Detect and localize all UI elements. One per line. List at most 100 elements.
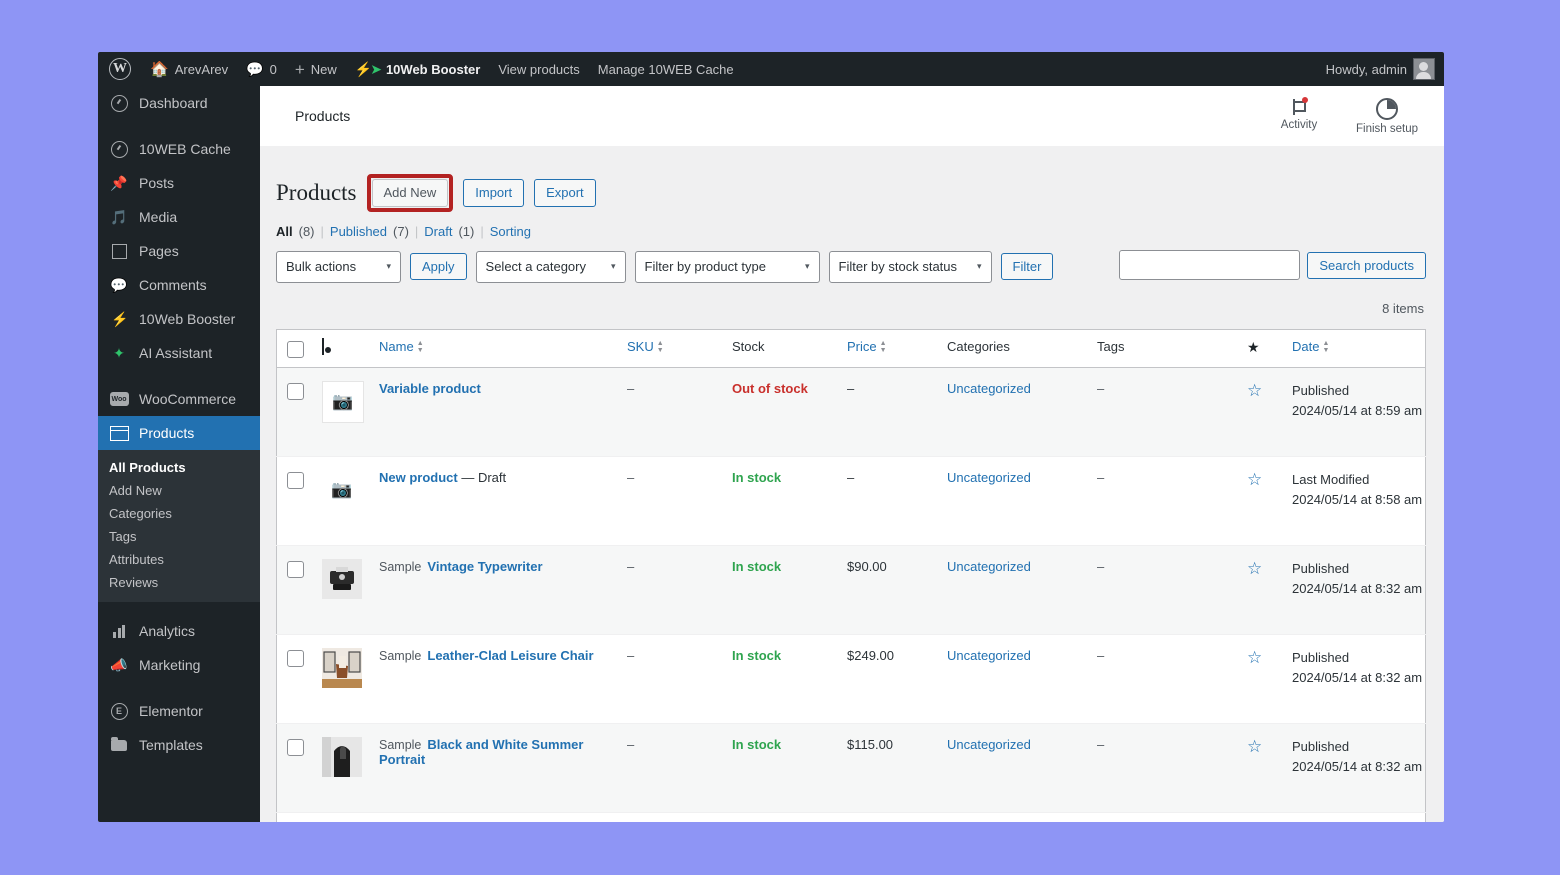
column-price-label[interactable]: Price — [847, 339, 877, 354]
site-name-menu[interactable]: 🏠 ArevArev — [141, 52, 237, 86]
status-link-sorting[interactable]: Sorting — [490, 224, 531, 239]
admin-bar: W 🏠 ArevArev 💬 0 + New ⚡➤ 10Web Booster … — [98, 52, 1444, 86]
product-category-link[interactable]: Uncategorized — [947, 470, 1031, 485]
sidebar-item-ai-assistant[interactable]: ✦ AI Assistant — [98, 336, 260, 370]
row-featured-cell[interactable]: ☆ — [1247, 368, 1292, 457]
import-button[interactable]: Import — [463, 179, 524, 207]
row-featured-cell[interactable]: ☆ — [1247, 635, 1292, 724]
row-featured-cell[interactable]: ☆ — [1247, 724, 1292, 813]
manage-cache-link[interactable]: Manage 10WEB Cache — [589, 52, 743, 86]
star-outline-icon[interactable]: ☆ — [1247, 559, 1262, 578]
view-products-link[interactable]: View products — [489, 52, 588, 86]
sidebar-item-dashboard[interactable]: Dashboard — [98, 86, 260, 120]
row-checkbox[interactable] — [287, 383, 304, 400]
new-content-menu[interactable]: + New — [286, 52, 346, 86]
star-outline-icon[interactable]: ☆ — [1247, 470, 1262, 489]
sidebar-item-label: Media — [139, 209, 177, 225]
booster-menu[interactable]: ⚡➤ 10Web Booster — [346, 52, 490, 86]
submenu-item-add-new[interactable]: Add New — [98, 479, 260, 502]
finish-setup-button[interactable]: Finish setup — [1356, 98, 1418, 135]
sidebar-item-marketing[interactable]: 📣 Marketing — [98, 648, 260, 682]
comments-menu[interactable]: 💬 0 — [237, 52, 286, 86]
product-category-link[interactable]: Uncategorized — [947, 381, 1031, 396]
status-link-published[interactable]: Published — [330, 224, 387, 239]
select-category-dropdown[interactable]: Select a category ▾ — [476, 251, 626, 283]
submenu-item-categories[interactable]: Categories — [98, 502, 260, 525]
submenu-item-attributes[interactable]: Attributes — [98, 548, 260, 571]
wordpress-logo-button[interactable]: W — [98, 52, 141, 86]
row-featured-cell[interactable]: ☆ — [1247, 457, 1292, 546]
sort-arrows-icon[interactable]: ▲▼ — [1322, 341, 1329, 354]
sidebar-item-label: 10WEB Cache — [139, 141, 231, 157]
column-date[interactable]: Date▲▼ — [1292, 330, 1426, 368]
row-checkbox[interactable] — [287, 650, 304, 667]
status-link-draft[interactable]: Draft — [424, 224, 452, 239]
column-select-all[interactable] — [277, 330, 323, 368]
sidebar-item-posts[interactable]: 📌 Posts — [98, 166, 260, 200]
product-name-link[interactable]: Leather-Clad Leisure Chair — [427, 648, 593, 663]
pie-progress-icon — [1376, 98, 1398, 120]
sidebar-item-templates[interactable]: Templates — [98, 728, 260, 762]
row-select-cell[interactable] — [277, 813, 323, 823]
row-price-cell: – — [847, 368, 947, 457]
row-checkbox[interactable] — [287, 561, 304, 578]
sidebar-item-analytics[interactable]: Analytics — [98, 614, 260, 648]
sidebar-item-pages[interactable]: Pages — [98, 234, 260, 268]
sidebar-item-woocommerce[interactable]: Woo WooCommerce — [98, 382, 260, 416]
finish-setup-label: Finish setup — [1356, 123, 1418, 135]
search-products-button[interactable]: Search products — [1307, 252, 1426, 279]
row-select-cell[interactable] — [277, 368, 323, 457]
activity-button[interactable]: Activity — [1268, 98, 1330, 135]
export-button[interactable]: Export — [534, 179, 596, 207]
sort-arrows-icon[interactable]: ▲▼ — [417, 341, 424, 354]
row-select-cell[interactable] — [277, 457, 323, 546]
star-outline-icon[interactable]: ☆ — [1247, 737, 1262, 756]
column-price[interactable]: Price▲▼ — [847, 330, 947, 368]
product-category-link[interactable]: Uncategorized — [947, 737, 1031, 752]
sidebar-item-media[interactable]: 🎵 Media — [98, 200, 260, 234]
product-category-link[interactable]: Uncategorized — [947, 648, 1031, 663]
filter-product-type-dropdown[interactable]: Filter by product type ▾ — [635, 251, 820, 283]
submenu-item-all-products[interactable]: All Products — [98, 456, 260, 479]
select-all-checkbox[interactable] — [287, 341, 304, 358]
sort-arrows-icon[interactable]: ▲▼ — [880, 341, 887, 354]
row-checkbox[interactable] — [287, 472, 304, 489]
sort-arrows-icon[interactable]: ▲▼ — [657, 341, 664, 354]
search-input[interactable] — [1119, 250, 1300, 280]
column-date-label[interactable]: Date — [1292, 339, 1319, 354]
column-name[interactable]: Name▲▼ — [379, 330, 627, 368]
filter-stock-status-dropdown[interactable]: Filter by stock status ▾ — [829, 251, 992, 283]
row-select-cell[interactable] — [277, 635, 323, 724]
column-name-label[interactable]: Name — [379, 339, 414, 354]
sidebar-item-elementor[interactable]: E Elementor — [98, 694, 260, 728]
row-featured-cell[interactable]: ☆ — [1247, 813, 1292, 823]
my-account-menu[interactable]: Howdy, admin — [1317, 52, 1444, 86]
row-select-cell[interactable] — [277, 546, 323, 635]
bulk-actions-select[interactable]: Bulk actions ▾ — [276, 251, 401, 283]
add-new-button[interactable]: Add New — [372, 179, 449, 207]
status-link-all[interactable]: All — [276, 224, 293, 239]
star-outline-icon[interactable]: ☆ — [1247, 648, 1262, 667]
date-status: Published — [1292, 648, 1425, 668]
star-outline-icon[interactable]: ☆ — [1247, 381, 1262, 400]
submenu-item-reviews[interactable]: Reviews — [98, 571, 260, 594]
media-icon: 🎵 — [109, 207, 129, 227]
product-name-link[interactable]: New product — [379, 470, 458, 485]
row-featured-cell[interactable]: ☆ — [1247, 546, 1292, 635]
product-category-link[interactable]: Uncategorized — [947, 559, 1031, 574]
column-sku[interactable]: SKU▲▼ — [627, 330, 732, 368]
sidebar-item-10web-booster[interactable]: ⚡ 10Web Booster — [98, 302, 260, 336]
product-name-link[interactable]: Variable product — [379, 381, 481, 396]
row-checkbox[interactable] — [287, 739, 304, 756]
sidebar-item-10web-cache[interactable]: 10WEB Cache — [98, 132, 260, 166]
comment-bubble-icon: 💬 — [246, 61, 263, 78]
submenu-item-tags[interactable]: Tags — [98, 525, 260, 548]
sidebar-item-comments[interactable]: 💬 Comments — [98, 268, 260, 302]
row-select-cell[interactable] — [277, 724, 323, 813]
row-thumbnail-cell — [322, 813, 379, 823]
product-name-link[interactable]: Vintage Typewriter — [427, 559, 542, 574]
sidebar-item-products[interactable]: Products — [98, 416, 260, 450]
filter-button[interactable]: Filter — [1001, 253, 1054, 280]
column-sku-label[interactable]: SKU — [627, 339, 654, 354]
apply-button[interactable]: Apply — [410, 253, 467, 280]
